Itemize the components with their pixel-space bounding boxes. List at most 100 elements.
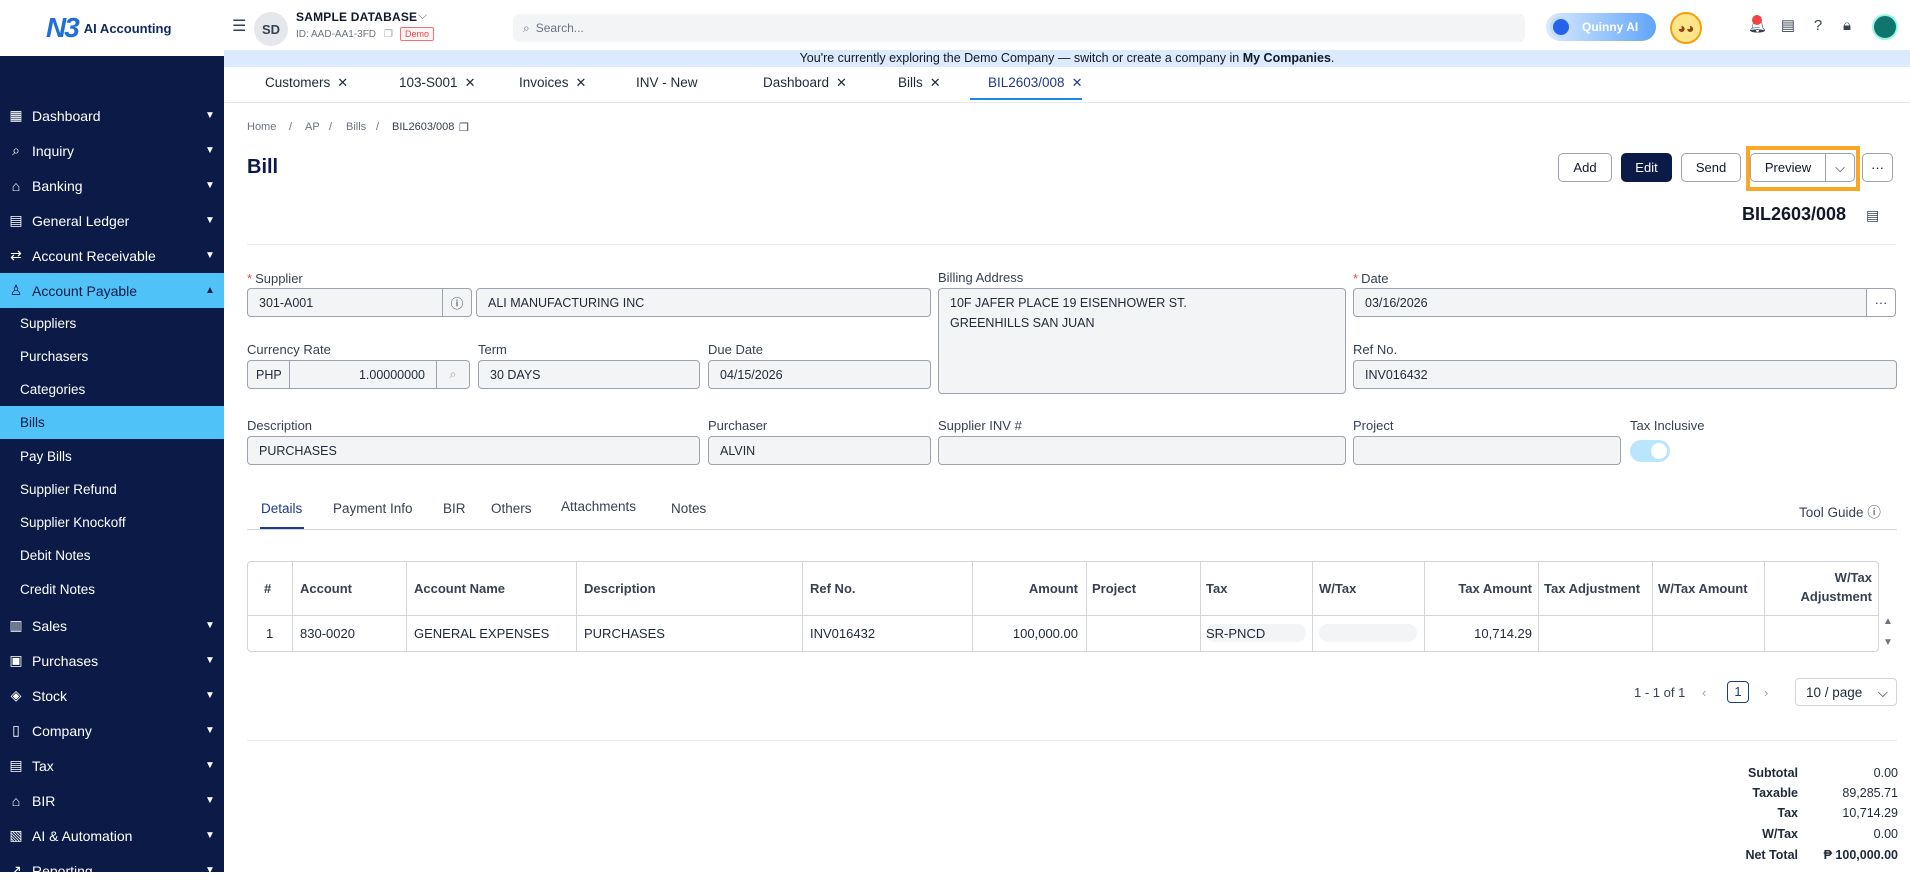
sidebar-subitem-supplier-refund[interactable]: Supplier Refund <box>0 473 224 506</box>
col-header-amount[interactable]: Amount <box>978 581 1078 596</box>
send-button[interactable]: Send <box>1681 153 1741 182</box>
close-icon[interactable]: ✕ <box>836 75 847 90</box>
cell-description[interactable]: PURCHASES <box>584 626 665 641</box>
col-header-wtax[interactable]: W/Tax <box>1319 581 1356 596</box>
rate-field[interactable]: 1.00000000 <box>289 360 437 389</box>
tab-payment-info[interactable]: Payment Info <box>333 501 413 516</box>
col-header-project[interactable]: Project <box>1092 581 1136 596</box>
sidebar-item-sales[interactable]: ▥ Sales ▼ <box>0 608 224 643</box>
database-name[interactable]: SAMPLE DATABASE <box>296 10 417 24</box>
sidebar-item-company[interactable]: ▯ Company ▼ <box>0 713 224 748</box>
date-more-icon[interactable]: ··· <box>1866 288 1896 317</box>
close-icon[interactable]: ✕ <box>576 75 587 90</box>
col-header-wtax-amount[interactable]: W/Tax Amount <box>1658 581 1748 596</box>
cell-tax-amount[interactable]: 10,714.29 <box>1428 626 1532 641</box>
cell-amount[interactable]: 100,000.00 <box>978 626 1078 641</box>
col-header-tax-adjustment[interactable]: Tax Adjustment <box>1544 581 1640 596</box>
sidebar-item-dashboard[interactable]: ▦ Dashboard ▼ <box>0 98 224 133</box>
billing-address-field[interactable]: 10F JAFER PLACE 19 EISENHOWER ST. GREENH… <box>938 288 1346 394</box>
my-companies-link[interactable]: My Companies <box>1243 51 1331 65</box>
sidebar-item-banking[interactable]: ⌂ Banking ▼ <box>0 168 224 203</box>
store-icon[interactable]: ▤ <box>1779 17 1797 35</box>
sidebar-subitem-suppliers[interactable]: Suppliers <box>0 307 224 340</box>
tab-inv-new[interactable]: INV - New <box>636 75 698 90</box>
breadcrumb-bills[interactable]: Bills <box>346 121 366 133</box>
tab-customers[interactable]: Customers ✕ <box>265 75 348 91</box>
supplier-inv-field[interactable] <box>938 436 1346 465</box>
tab-notes[interactable]: Notes <box>671 501 706 516</box>
description-field[interactable]: PURCHASES <box>247 436 700 465</box>
search-input[interactable]: ⌕ Search... <box>513 14 1525 42</box>
tab-103-s001[interactable]: 103-S001 ✕ <box>399 75 475 91</box>
tool-guide-link[interactable]: Tool Guide ⓘ <box>1799 501 1881 521</box>
quinny-ai-button[interactable]: Quinny AI <box>1546 13 1656 41</box>
sidebar-subitem-bills[interactable]: Bills <box>0 406 224 439</box>
breadcrumb-home[interactable]: Home <box>247 121 276 133</box>
sidebar-subitem-supplier-knockoff[interactable]: Supplier Knockoff <box>0 506 224 539</box>
tab-others[interactable]: Others <box>491 501 532 516</box>
col-header-ref-no[interactable]: Ref No. <box>810 581 856 596</box>
info-icon[interactable]: ⓘ <box>442 288 472 317</box>
tab-attachments[interactable]: Attachments <box>561 499 636 514</box>
col-header-account-name[interactable]: Account Name <box>414 581 505 596</box>
next-page-icon[interactable]: › <box>1764 685 1768 700</box>
edit-button[interactable]: Edit <box>1621 153 1672 182</box>
app-logo[interactable]: N3 AI Accounting <box>0 0 224 56</box>
col-header-description[interactable]: Description <box>584 581 656 596</box>
sidebar-subitem-categories[interactable]: Categories <box>0 373 224 406</box>
supplier-code-field[interactable]: 301-A001 <box>247 288 443 317</box>
page-size-select[interactable]: 10 / page ⌵ <box>1795 678 1897 706</box>
breadcrumb-ap[interactable]: AP <box>305 121 320 133</box>
sidebar-item-account-payable[interactable]: ♙ Account Payable ▲ <box>0 273 224 308</box>
cell-ref-no[interactable]: INV016432 <box>810 626 875 641</box>
document-history-icon[interactable]: ▤ <box>1866 207 1879 224</box>
sidebar-subitem-debit-notes[interactable]: Debit Notes <box>0 539 224 572</box>
menu-toggle-icon[interactable]: ☰ <box>232 18 250 36</box>
close-icon[interactable]: ✕ <box>337 75 348 90</box>
sidebar-item-stock[interactable]: ◈ Stock ▼ <box>0 678 224 713</box>
date-field[interactable]: 03/16/2026 <box>1353 288 1867 317</box>
col-header-wtax-adj-line2[interactable]: Adjustment <box>1768 589 1873 604</box>
search-icon[interactable]: ⌕ <box>436 360 470 389</box>
term-field[interactable]: 30 DAYS <box>478 360 700 389</box>
chevron-down-icon[interactable]: ⌵ <box>418 8 427 23</box>
col-header-wtax-adj-line1[interactable]: W/Tax <box>1768 570 1872 585</box>
sidebar-item-inquiry[interactable]: ⌕ Inquiry ▼ <box>0 133 224 168</box>
sidebar-item-ai-automation[interactable]: ▧ AI & Automation ▼ <box>0 818 224 853</box>
sidebar-subitem-credit-notes[interactable]: Credit Notes <box>0 573 224 606</box>
supplier-name-field[interactable]: ALI MANUFACTURING INC <box>476 288 931 317</box>
wtax-pill[interactable] <box>1319 624 1417 642</box>
sidebar-subitem-purchasers[interactable]: Purchasers <box>0 340 224 373</box>
copy-icon[interactable]: ❐ <box>459 121 469 134</box>
col-header-tax[interactable]: Tax <box>1206 581 1227 596</box>
tab-bills[interactable]: Bills ✕ <box>898 75 941 91</box>
more-actions-button[interactable]: ··· <box>1862 153 1893 182</box>
prev-page-icon[interactable]: ‹ <box>1702 685 1706 700</box>
help-icon[interactable]: ? <box>1809 17 1827 35</box>
add-button[interactable]: Add <box>1558 153 1612 182</box>
sidebar-subitem-pay-bills[interactable]: Pay Bills <box>0 440 224 473</box>
tax-inclusive-toggle[interactable] <box>1630 440 1670 462</box>
tab-bir[interactable]: BIR <box>443 501 466 516</box>
lock-icon[interactable]: 🔒︎ <box>1838 17 1856 35</box>
copy-icon[interactable]: ❐ <box>384 29 393 40</box>
company-avatar[interactable]: SD <box>254 12 288 46</box>
cell-account[interactable]: 830-0020 <box>300 626 355 641</box>
ref-no-field[interactable]: INV016432 <box>1353 360 1897 389</box>
tab-dashboard[interactable]: Dashboard ✕ <box>763 75 847 91</box>
bot-avatar-icon[interactable]: ◕◕ <box>1670 12 1702 44</box>
scroll-up-icon[interactable]: ▲ <box>1883 616 1893 627</box>
cell-tax[interactable]: SR-PNCD <box>1206 626 1265 641</box>
currency-field[interactable]: PHP <box>247 360 290 389</box>
sidebar-item-general-ledger[interactable]: ▤ General Ledger ▼ <box>0 203 224 238</box>
col-header-account[interactable]: Account <box>300 581 352 596</box>
user-avatar[interactable] <box>1872 14 1898 40</box>
sidebar-item-bir[interactable]: ⌂ BIR ▼ <box>0 783 224 818</box>
tab-invoices[interactable]: Invoices ✕ <box>519 75 586 91</box>
cell-account-name[interactable]: GENERAL EXPENSES <box>414 626 549 641</box>
purchaser-field[interactable]: ALVIN <box>708 436 931 465</box>
close-icon[interactable]: ✕ <box>1072 75 1083 90</box>
close-icon[interactable]: ✕ <box>465 75 476 90</box>
due-date-field[interactable]: 04/15/2026 <box>708 360 931 389</box>
sidebar-item-reporting[interactable]: ↗ Reporting ▼ <box>0 853 224 888</box>
